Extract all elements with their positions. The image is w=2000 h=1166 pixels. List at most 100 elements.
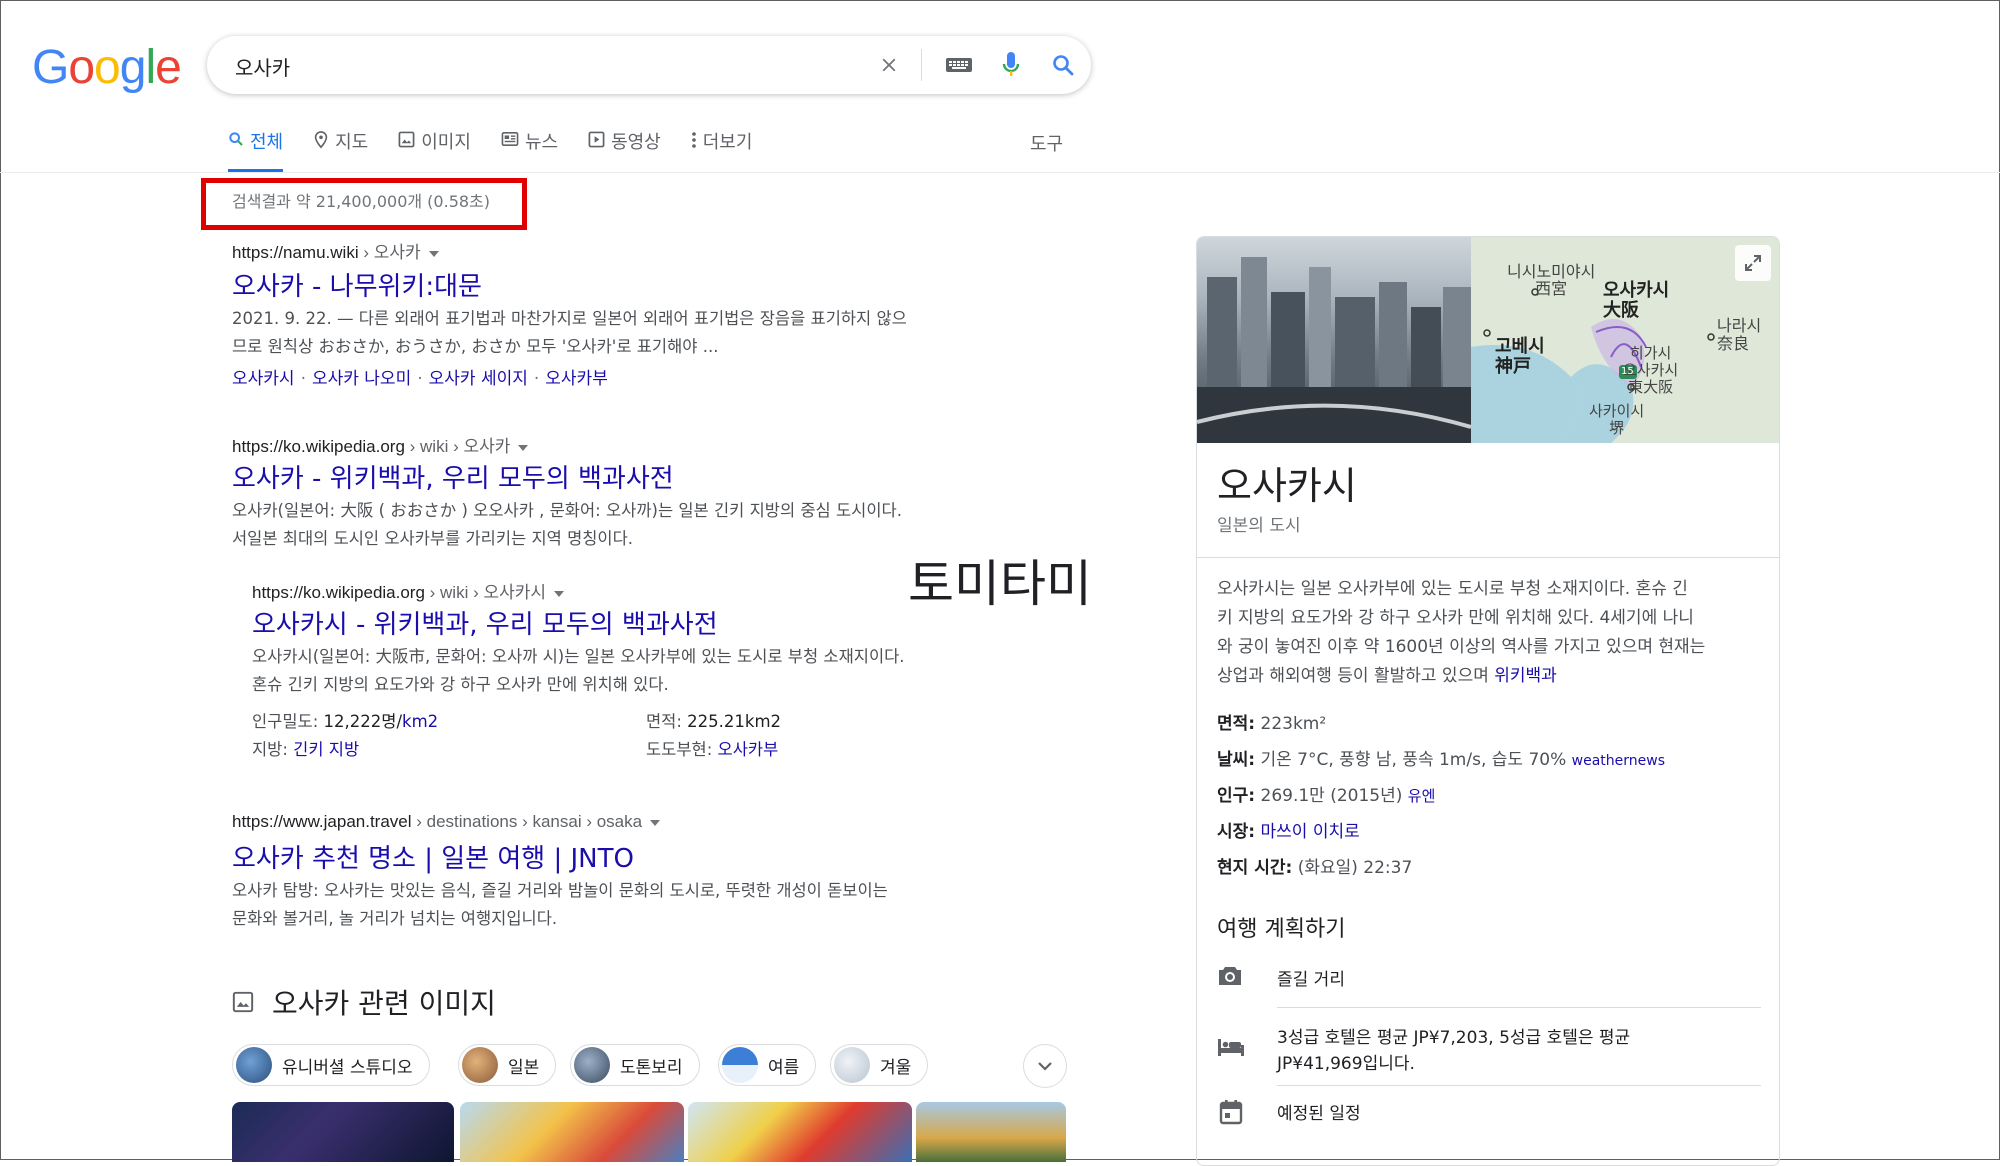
cite-host: https://ko.wikipedia.org <box>252 583 425 602</box>
plan-item-hotels[interactable]: 3성급 호텔은 평균 JP¥7,203, 5성급 호텔은 평균 JP¥41,96… <box>1277 1025 1630 1077</box>
chip-thumbnail <box>462 1047 498 1083</box>
dropdown-arrow-icon[interactable] <box>650 819 661 826</box>
wikipedia-link[interactable]: 위키백과 <box>1494 666 1557 686</box>
kp-title: 오사카시 <box>1217 464 1357 508</box>
map-label-text: 히가시 <box>1629 344 1672 362</box>
search-box <box>207 36 1091 94</box>
skyline-image-icon <box>1197 257 1471 443</box>
related-image[interactable] <box>460 1102 684 1162</box>
chip-label: 겨울 <box>880 1057 912 1078</box>
sitelink[interactable]: 오사카 세이지 <box>429 369 528 389</box>
map-label-text: 고베시 <box>1495 336 1545 357</box>
search-icon[interactable] <box>1041 36 1085 94</box>
expand-icon <box>1745 255 1761 271</box>
image-chip[interactable]: 겨울 <box>830 1044 929 1086</box>
chip-thumbnail <box>236 1047 272 1083</box>
tab-news[interactable]: 뉴스 <box>501 128 558 172</box>
clear-icon[interactable] <box>867 36 911 94</box>
chip-thumbnail <box>574 1047 610 1083</box>
result-title[interactable]: 오사카시 - 위키백과, 우리 모두의 백과사전 <box>252 604 718 641</box>
dropdown-arrow-icon[interactable] <box>518 444 529 451</box>
fact-label: 날씨: <box>1217 750 1256 770</box>
image-chip[interactable]: 일본 <box>458 1044 557 1086</box>
plan-item-things-to-do[interactable]: 즐길 거리 <box>1277 967 1345 993</box>
map-label: 나라시 奈良 <box>1717 317 1761 353</box>
logo-letter: l <box>145 41 156 94</box>
sitelink[interactable]: 오사카부 <box>545 369 608 389</box>
fact-prefecture: 도도부현: 오사카부 <box>646 736 778 760</box>
result-title[interactable]: 오사카 - 나무위키:대문 <box>232 266 482 303</box>
map-label-text: 大阪 <box>1603 300 1639 321</box>
tab-label: 동영상 <box>611 132 661 153</box>
keyboard-icon[interactable] <box>937 36 981 94</box>
cite-host: https://www.japan.travel <box>232 812 412 831</box>
map-label-text: 堺 <box>1609 419 1625 437</box>
video-icon <box>588 131 605 148</box>
result-cite[interactable]: https://namu.wiki › 오사카 <box>232 238 439 263</box>
sitelink[interactable]: 오사카시 <box>232 369 295 389</box>
cite-path: › wiki › 오사카시 <box>424 583 547 602</box>
sitelink-separator: · <box>417 369 423 389</box>
fact-link[interactable]: 오사카부 <box>718 740 779 759</box>
result-cite[interactable]: https://ko.wikipedia.org › wiki › 오사카 <box>232 432 529 457</box>
tab-videos[interactable]: 동영상 <box>588 128 661 172</box>
related-image[interactable] <box>688 1102 912 1162</box>
tab-maps[interactable]: 지도 <box>313 128 368 172</box>
tab-images[interactable]: 이미지 <box>398 128 471 172</box>
expand-map-button[interactable] <box>1735 245 1771 281</box>
kp-subtitle: 일본의 도시 <box>1217 516 1301 536</box>
result-title[interactable]: 오사카 - 위키백과, 우리 모두의 백과사전 <box>232 458 674 495</box>
plan-divider <box>1277 1007 1761 1008</box>
more-vertical-icon <box>691 132 696 148</box>
tab-all[interactable]: 전체 <box>228 128 284 172</box>
snippet-line: 오사카 탐방: 오사카는 맛있는 음식, 즐길 거리와 밤놀이 문화의 도시로,… <box>232 881 888 900</box>
result-cite[interactable]: https://ko.wikipedia.org › wiki › 오사카시 <box>252 578 565 603</box>
fact-label: 현지 시간: <box>1217 858 1293 878</box>
highlight-box <box>201 178 527 230</box>
dropdown-arrow-icon[interactable] <box>428 250 439 257</box>
tab-label: 지도 <box>335 132 369 153</box>
kp-fact-population: 인구: 269.1만 (2015년) 유엔 <box>1217 781 1435 806</box>
result-snippet: 오사카(일본어: 大阪 ( おおさか ) 오오사카 , 문화어: 오사까)는 일… <box>232 497 902 553</box>
google-logo[interactable]: Google <box>32 40 182 95</box>
snippet-line: 혼슈 긴키 지방의 요도가와 강 하구 오사카 만에 위치해 있다. <box>252 675 669 694</box>
image-chip[interactable]: 유니버셜 스튜디오 <box>232 1044 430 1086</box>
weather-source-link[interactable]: weathernews <box>1572 753 1665 769</box>
result-cite[interactable]: https://www.japan.travel › destinations … <box>232 812 661 832</box>
map-label-text: 神戸 <box>1495 356 1531 377</box>
fact-value: 225.21km2 <box>687 712 782 731</box>
related-image[interactable] <box>232 1102 454 1162</box>
tools-button[interactable]: 도구 <box>1030 130 1063 156</box>
search-input[interactable] <box>233 48 837 84</box>
map-label-text: 니시노미야시 <box>1507 262 1596 281</box>
desc-line: 오사카시는 일본 오사카부에 있는 도시로 부청 소재지이다. 혼슈 긴 <box>1217 579 1688 599</box>
kp-fact-area: 면적: 223km² <box>1217 709 1326 734</box>
microphone-icon[interactable] <box>989 36 1033 94</box>
fact-link[interactable]: 긴키 지방 <box>293 740 359 759</box>
fact-value: 12,222명/ <box>323 712 403 731</box>
search-divider <box>921 49 922 81</box>
hotel-text-line: 3성급 호텔은 평균 JP¥7,203, 5성급 호텔은 평균 <box>1277 1028 1631 1048</box>
city-map[interactable]: 니시노미야시 西宮 오사카시 大阪 나라시 奈良 고베시 神戸 히가시 오사카시 東大阪 사… <box>1471 237 1779 443</box>
fact-density: 인구밀도: 12,222명/km2 <box>252 708 438 732</box>
map-label-text: 사카이시 <box>1589 402 1645 420</box>
related-image[interactable] <box>916 1102 1066 1162</box>
city-photo[interactable] <box>1197 237 1471 443</box>
tab-label: 이미지 <box>421 132 471 153</box>
plan-item-events[interactable]: 예정된 일정 <box>1277 1101 1361 1127</box>
kp-fact-local-time: 현지 시간: (화요일) 22:37 <box>1217 853 1412 878</box>
result-title[interactable]: 오사카 추천 명소 | 일본 여행 | JNTO <box>232 838 634 875</box>
tab-more[interactable]: 더보기 <box>691 128 752 172</box>
dropdown-arrow-icon[interactable] <box>554 590 565 597</box>
fact-link[interactable]: km2 <box>402 712 438 731</box>
fact-label: 지방: <box>252 740 288 759</box>
image-chip[interactable]: 도톤보리 <box>570 1044 700 1086</box>
cite-path: › destinations › kansai › osaka <box>411 812 643 831</box>
population-source-link[interactable]: 유엔 <box>1408 787 1436 805</box>
search-tabs: 전체 지도 이미지 뉴스 동영상 더보기 <box>228 128 782 172</box>
cite-host: https://namu.wiki <box>232 243 359 262</box>
image-chip[interactable]: 여름 <box>718 1044 817 1086</box>
sitelink[interactable]: 오사카 나오미 <box>312 369 411 389</box>
mayor-link[interactable]: 마쓰이 이치로 <box>1261 822 1360 842</box>
expand-chips-button[interactable] <box>1023 1044 1067 1088</box>
